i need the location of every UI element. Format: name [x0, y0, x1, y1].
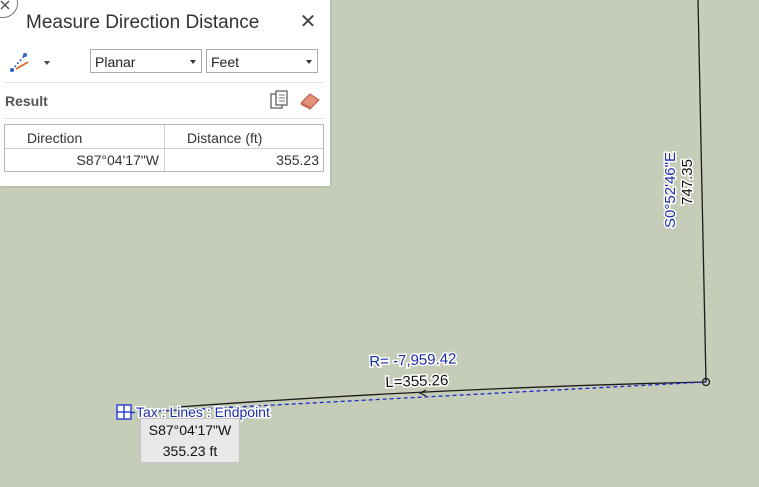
column-header-distance[interactable]: Distance (ft): [187, 130, 262, 146]
tooltip-direction: S87°04'17"W: [148, 422, 232, 438]
result-label: Result: [5, 93, 48, 109]
pane-close-button[interactable]: ✕: [296, 10, 320, 34]
unit-value: Feet: [211, 54, 240, 70]
results-table: Direction Distance (ft) S87°04'17"W 355.…: [4, 124, 324, 172]
measure-mode-select[interactable]: Planar: [90, 49, 202, 73]
curve-direction-arrow: [418, 389, 427, 397]
close-icon: [0, 0, 10, 10]
pane-title: Measure Direction Distance: [26, 12, 260, 33]
copy-icon: [270, 90, 288, 109]
column-divider: [164, 125, 165, 171]
curve-radius-label: R= -7,959.42: [369, 350, 457, 370]
vertical-line-length-label: 747.35: [679, 159, 696, 205]
curve-length-label: L=355.26: [385, 372, 449, 391]
table-cell-distance[interactable]: 355.23: [276, 152, 319, 168]
unit-select[interactable]: Feet: [206, 49, 318, 73]
divider: [4, 82, 324, 83]
divider: [4, 118, 324, 119]
clear-results-button[interactable]: [298, 89, 322, 111]
corner-close-button[interactable]: [0, 0, 18, 18]
chevron-down-icon: [190, 60, 196, 64]
vertical-parcel-line: [697, 0, 707, 383]
measure-mode-value: Planar: [95, 54, 136, 70]
table-cell-direction[interactable]: S87°04'17"W: [76, 152, 159, 168]
copy-results-button[interactable]: [268, 89, 290, 111]
measure-line-icon: [10, 53, 50, 72]
measure-tooltip: S87°04'17"W 355.23 ft: [140, 418, 240, 463]
eraser-icon: [300, 93, 320, 110]
chevron-down-icon: [306, 60, 312, 64]
measure-direction-distance-pane: Measure Direction Distance ✕ Planar Feet…: [0, 0, 330, 186]
column-header-direction[interactable]: Direction: [27, 130, 82, 146]
tooltip-distance: 355.23 ft: [162, 443, 218, 459]
measure-tool-dropdown[interactable]: [8, 52, 54, 74]
snap-endpoint-icon: [116, 404, 132, 420]
vertical-line-bearing-label: S0°52'46"E: [662, 152, 679, 228]
